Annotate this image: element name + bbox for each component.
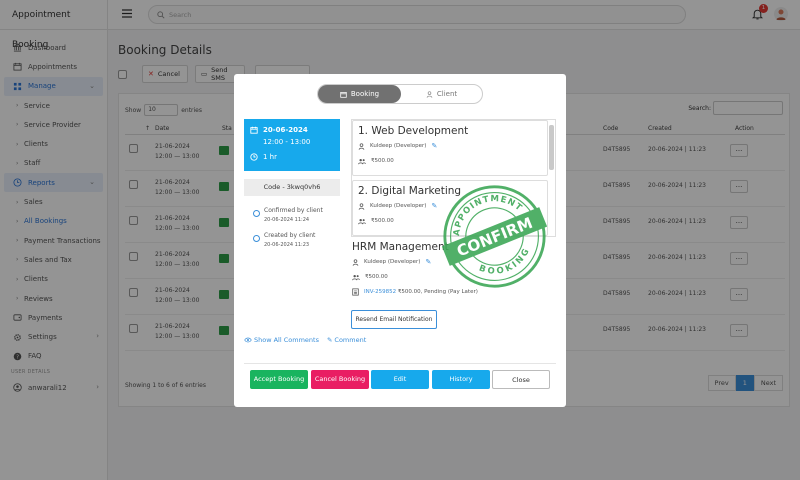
booking-datetime-card: 20-06-2024 12:00 - 13:00 1 hr <box>244 119 340 171</box>
booking-duration-row: 1 hr <box>250 151 334 163</box>
service-price: ₹500.00 <box>365 274 388 280</box>
status-timeline: Confirmed by client 20-06-2024 11:24 Cre… <box>253 207 323 257</box>
cancel-booking-button[interactable]: Cancel Booking <box>311 370 369 389</box>
booking-duration: 1 hr <box>263 153 277 161</box>
edit-button[interactable]: Edit <box>371 370 429 389</box>
invoice-link[interactable]: INV-259852 <box>364 289 396 295</box>
user-icon <box>426 90 433 98</box>
show-comments-label: Show All Comments <box>254 336 319 344</box>
clock-icon <box>250 153 258 161</box>
tab-label: Client <box>436 90 458 98</box>
calendar-icon <box>250 126 258 134</box>
app-root: Appointment Booking Dashboard Appointmen… <box>0 0 800 480</box>
service-price: ₹500.00 <box>371 218 394 224</box>
modal-tabs: Booking Client <box>317 84 483 104</box>
resend-email-button[interactable]: Resend Email Notification <box>351 310 437 329</box>
pencil-icon[interactable]: ✎ <box>431 142 437 150</box>
tab-booking[interactable]: Booking <box>318 85 401 103</box>
booking-modal: Booking Client 20-06-2024 12:00 - 13:00 … <box>234 74 566 407</box>
timeline-time: 20-06-2024 11:24 <box>264 217 310 223</box>
booking-time: 12:00 - 13:00 <box>263 138 311 146</box>
comment-label: Comment <box>334 336 367 344</box>
service-item: 1. Web Development Kuldeep (Developer) ✎… <box>352 120 548 176</box>
confirm-stamp-seal: APPOINTMENT BOOKING CONFIRM <box>442 184 547 288</box>
modal-divider <box>244 363 556 364</box>
calendar-icon <box>340 91 347 98</box>
service-provider-row: Kuldeep (Developer) ✎ <box>358 140 542 152</box>
tab-client[interactable]: Client <box>401 85 482 103</box>
timeline-label: Confirmed by client <box>264 207 323 214</box>
service-price: ₹500.00 <box>371 158 394 164</box>
close-button[interactable]: Close <box>492 370 550 389</box>
service-provider: Kuldeep (Developer) <box>364 259 421 265</box>
person-icon <box>358 202 365 210</box>
booking-code: Code - 3kwq0vh6 <box>244 179 340 196</box>
timeline-time: 20-06-2024 11:23 <box>264 242 310 248</box>
timeline-dot-icon <box>253 210 260 217</box>
pencil-icon: ✎ <box>326 336 333 344</box>
booking-time-row: 12:00 - 13:00 <box>250 136 334 148</box>
timeline-item: Confirmed by client 20-06-2024 11:24 <box>253 207 323 232</box>
service-title: 1. Web Development <box>358 125 469 137</box>
pencil-icon[interactable]: ✎ <box>425 258 431 266</box>
show-comments-link[interactable]: Show All Comments <box>244 336 319 344</box>
pencil-icon[interactable]: ✎ <box>431 202 437 210</box>
group-icon <box>352 274 360 281</box>
eye-icon <box>244 337 252 343</box>
service-provider: Kuldeep (Developer) <box>370 203 427 209</box>
person-icon <box>358 142 365 150</box>
booking-date-row: 20-06-2024 <box>250 124 334 136</box>
person-icon <box>352 258 359 266</box>
service-price-row: ₹500.00 <box>358 155 542 167</box>
timeline-dot-icon <box>253 235 260 242</box>
history-button[interactable]: History <box>432 370 490 389</box>
booking-date: 20-06-2024 <box>263 126 308 134</box>
invoice-detail: ₹500.00, Pending (Pay Later) <box>397 289 478 295</box>
invoice-icon <box>352 288 359 296</box>
timeline-item: Created by client 20-06-2024 11:23 <box>253 232 323 257</box>
tab-label: Booking <box>350 90 380 98</box>
group-icon <box>358 218 366 225</box>
service-provider: Kuldeep (Developer) <box>370 143 427 149</box>
accept-booking-button[interactable]: Accept Booking <box>250 370 308 389</box>
comment-link[interactable]: ✎ Comment <box>327 336 366 344</box>
comment-links: Show All Comments ✎ Comment <box>244 336 366 344</box>
group-icon <box>358 158 366 165</box>
services-scrollbar[interactable] <box>549 125 554 170</box>
timeline-label: Created by client <box>264 232 316 239</box>
